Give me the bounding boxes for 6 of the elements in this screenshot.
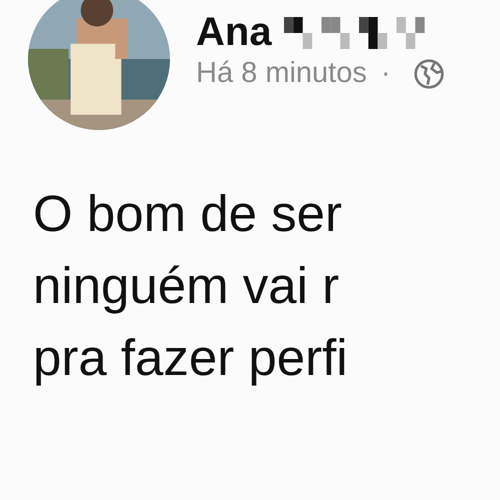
separator-dot: ·	[380, 57, 391, 90]
globe-icon[interactable]	[412, 58, 445, 90]
post-text-line: ninguém vai r	[33, 256, 340, 316]
author-name[interactable]: Ana	[196, 10, 272, 55]
post-text-line: pra fazer perfi	[33, 328, 349, 388]
post-text-line: O bom de ser	[33, 184, 343, 244]
